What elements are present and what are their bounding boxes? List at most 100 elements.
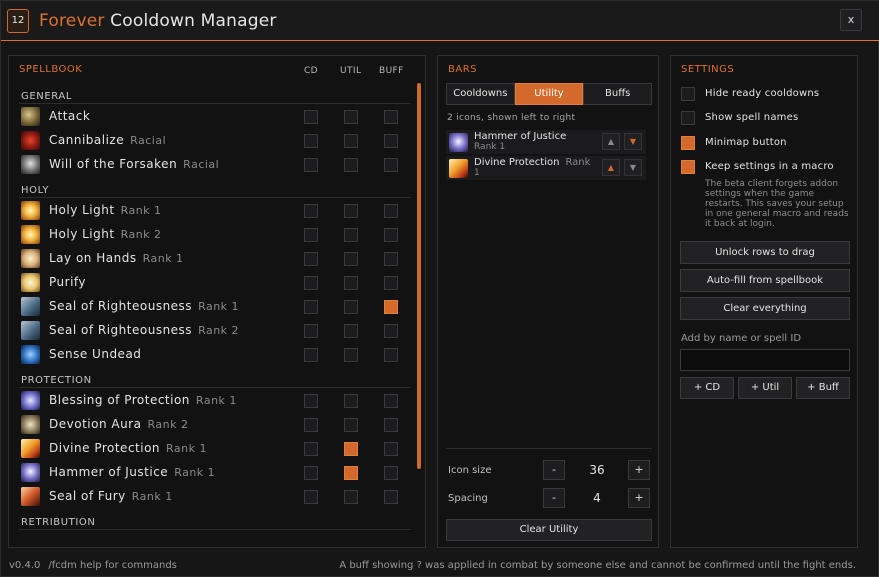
cd-checkbox[interactable] xyxy=(304,348,318,362)
title-bar[interactable]: 12 Forever Cooldown Manager x xyxy=(1,1,879,41)
help-command-text: /fcdm help for commands xyxy=(48,560,177,571)
auto-fill-button[interactable]: Auto-fill from spellbook xyxy=(680,269,850,292)
spell-rank: Rank 1 xyxy=(131,490,173,503)
macro-note: The beta client forgets addon settings w… xyxy=(705,179,849,229)
cd-checkbox[interactable] xyxy=(304,276,318,290)
setting-keep-settings-in-macro[interactable]: Keep settings in a macro xyxy=(681,160,856,176)
buff-checkbox[interactable] xyxy=(384,348,398,362)
cd-checkbox[interactable] xyxy=(304,442,318,456)
buff-checkbox[interactable] xyxy=(384,252,398,266)
buff-checkbox[interactable] xyxy=(384,490,398,504)
util-checkbox[interactable] xyxy=(344,442,358,456)
spell-name: Holy Light Rank 1 xyxy=(49,203,162,217)
add-util-button[interactable]: + Util xyxy=(738,377,792,399)
util-checkbox[interactable] xyxy=(344,204,358,218)
buff-checkbox[interactable] xyxy=(384,228,398,242)
bar-entry[interactable]: Hammer of Justice Rank 1 ▲ ▼ xyxy=(446,130,646,154)
icon-size-decrease-button[interactable]: - xyxy=(543,460,565,480)
util-checkbox[interactable] xyxy=(344,252,358,266)
footer-note: A buff showing ? was applied in combat b… xyxy=(339,560,856,571)
keep-settings-in-macro-checkbox[interactable] xyxy=(681,160,695,174)
buff-checkbox[interactable] xyxy=(384,324,398,338)
tab-buffs[interactable]: Buffs xyxy=(583,83,653,105)
bars-panel: BARS Cooldowns Utility Buffs 2 icons, sh… xyxy=(437,55,659,548)
minimap-button-checkbox[interactable] xyxy=(681,136,695,150)
cd-checkbox[interactable] xyxy=(304,490,318,504)
show-spell-names-checkbox[interactable] xyxy=(681,111,695,125)
unlock-rows-button[interactable]: Unlock rows to drag xyxy=(680,241,850,264)
window-title-accent: Forever xyxy=(39,11,105,31)
buff-checkbox[interactable] xyxy=(384,418,398,432)
add-cd-button[interactable]: + CD xyxy=(680,377,734,399)
window-title-rest: Cooldown Manager xyxy=(110,11,277,31)
spell-row: Will of the Forsaken Racial xyxy=(19,153,411,177)
move-down-button[interactable]: ▼ xyxy=(624,133,642,150)
util-checkbox[interactable] xyxy=(344,228,358,242)
buff-checkbox[interactable] xyxy=(384,134,398,148)
util-checkbox[interactable] xyxy=(344,466,358,480)
spell-rank: Rank 1 xyxy=(198,300,240,313)
buff-checkbox[interactable] xyxy=(384,394,398,408)
close-button[interactable]: x xyxy=(840,9,862,31)
bar-tabs: Cooldowns Utility Buffs xyxy=(446,83,653,105)
buff-checkbox[interactable] xyxy=(384,442,398,456)
add-buff-button[interactable]: + Buff xyxy=(796,377,850,399)
spell-name: Hammer of Justice Rank 1 xyxy=(49,465,216,479)
sense-undead-icon xyxy=(21,345,40,364)
move-down-button[interactable]: ▼ xyxy=(624,159,642,176)
util-checkbox[interactable] xyxy=(344,348,358,362)
spell-rank: Racial xyxy=(183,158,220,171)
clear-everything-button[interactable]: Clear everything xyxy=(680,297,850,320)
cd-checkbox[interactable] xyxy=(304,394,318,408)
spellbook-title: SPELLBOOK xyxy=(19,64,83,75)
util-checkbox[interactable] xyxy=(344,276,358,290)
buff-checkbox[interactable] xyxy=(384,466,398,480)
spell-name: Seal of Righteousness Rank 1 xyxy=(49,299,240,313)
setting-hide-ready-cooldowns[interactable]: Hide ready cooldowns xyxy=(681,87,856,103)
spell-rank: Racial xyxy=(130,134,167,147)
spell-rank: Rank 1 xyxy=(166,442,208,455)
cd-checkbox[interactable] xyxy=(304,418,318,432)
spell-name: Cannibalize Racial xyxy=(49,133,167,147)
cd-checkbox[interactable] xyxy=(304,158,318,172)
buff-checkbox[interactable] xyxy=(384,158,398,172)
clear-utility-button[interactable]: Clear Utility xyxy=(446,519,652,541)
hide-ready-cooldowns-checkbox[interactable] xyxy=(681,87,695,101)
cd-checkbox[interactable] xyxy=(304,324,318,338)
util-checkbox[interactable] xyxy=(344,418,358,432)
util-checkbox[interactable] xyxy=(344,158,358,172)
spacing-increase-button[interactable]: + xyxy=(628,488,650,508)
add-spell-input[interactable] xyxy=(680,349,850,371)
util-checkbox[interactable] xyxy=(344,300,358,314)
setting-show-spell-names[interactable]: Show spell names xyxy=(681,111,856,127)
cd-checkbox[interactable] xyxy=(304,252,318,266)
tab-utility[interactable]: Utility xyxy=(514,83,584,105)
column-header-buff: BUFF xyxy=(379,66,404,76)
bar-entry[interactable]: Divine Protection Rank 1 ▲ ▼ xyxy=(446,156,646,180)
column-header-util: UTIL xyxy=(340,66,362,76)
cd-checkbox[interactable] xyxy=(304,466,318,480)
spacing-label: Spacing xyxy=(448,493,488,504)
cd-checkbox[interactable] xyxy=(304,204,318,218)
icon-size-increase-button[interactable]: + xyxy=(628,460,650,480)
move-up-button[interactable]: ▲ xyxy=(602,159,620,176)
buff-checkbox[interactable] xyxy=(384,110,398,124)
category-divider xyxy=(19,529,411,530)
util-checkbox[interactable] xyxy=(344,394,358,408)
util-checkbox[interactable] xyxy=(344,324,358,338)
buff-checkbox[interactable] xyxy=(384,276,398,290)
cd-checkbox[interactable] xyxy=(304,300,318,314)
cd-checkbox[interactable] xyxy=(304,228,318,242)
tab-cooldowns[interactable]: Cooldowns xyxy=(446,83,515,105)
spacing-decrease-button[interactable]: - xyxy=(543,488,565,508)
util-checkbox[interactable] xyxy=(344,490,358,504)
move-up-button[interactable]: ▲ xyxy=(602,133,620,150)
cd-checkbox[interactable] xyxy=(304,110,318,124)
cd-checkbox[interactable] xyxy=(304,134,318,148)
buff-checkbox[interactable] xyxy=(384,300,398,314)
util-checkbox[interactable] xyxy=(344,134,358,148)
spell-rank: Rank 1 xyxy=(174,466,216,479)
util-checkbox[interactable] xyxy=(344,110,358,124)
buff-checkbox[interactable] xyxy=(384,204,398,218)
setting-minimap-button[interactable]: Minimap button xyxy=(681,136,856,152)
